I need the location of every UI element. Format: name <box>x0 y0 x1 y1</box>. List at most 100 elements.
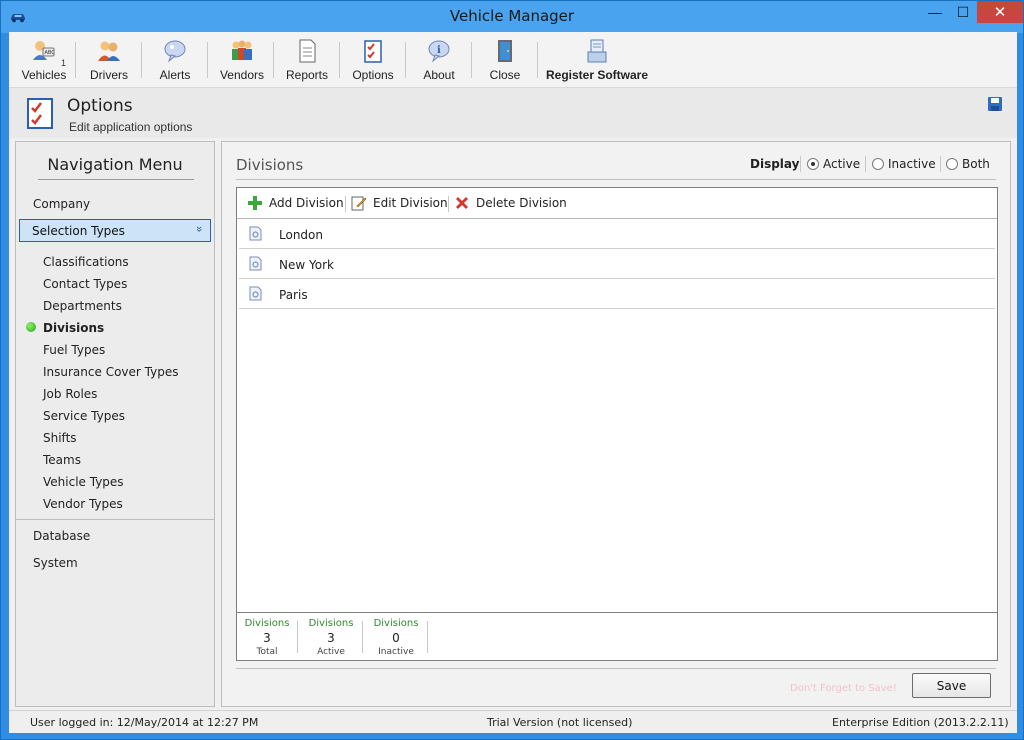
toolbar-register-button[interactable]: Register Software <box>545 38 649 84</box>
division-name: London <box>279 228 323 242</box>
display-separator <box>865 156 866 172</box>
navigation-menu: Navigation Menu Company Selection Types … <box>15 141 215 707</box>
radio-label: Both <box>962 157 990 171</box>
toolbar-separator <box>141 42 142 78</box>
section-title: Divisions <box>236 156 304 174</box>
toolbar-close-button[interactable]: Close <box>481 38 529 84</box>
list-item[interactable]: London <box>239 219 995 249</box>
client-area: ABC Vehicles 1 Drivers Alerts Vendors Re… <box>9 32 1017 733</box>
stat-header: Divisions <box>308 618 354 629</box>
main-toolbar: ABC Vehicles 1 Drivers Alerts Vendors Re… <box>9 32 1017 88</box>
stat-footer: Inactive <box>378 647 414 657</box>
nav-divider <box>16 519 214 520</box>
status-version: Trial Version (not licensed) <box>487 716 633 729</box>
floppy-save-icon[interactable] <box>987 96 1003 112</box>
toolbar-separator <box>448 196 449 212</box>
nav-item-company[interactable]: Company <box>33 197 90 211</box>
add-division-label: Add Division <box>269 196 344 210</box>
document-icon <box>249 286 262 301</box>
toolbar-label: Close <box>489 68 521 82</box>
nav-sub-item[interactable]: Service Types <box>43 409 125 423</box>
nav-sub-item[interactable]: Contact Types <box>43 277 127 291</box>
nav-sub-item[interactable]: Vendor Types <box>43 497 123 511</box>
radio-inactive[interactable]: Inactive <box>872 157 936 171</box>
stat-footer: Active <box>317 647 345 657</box>
toolbar-label: Vendors <box>219 68 265 82</box>
edit-division-button[interactable]: Edit Division <box>351 195 448 211</box>
radio-label: Active <box>823 157 861 171</box>
list-toolbar: Add Division Edit Division Delete Divisi… <box>237 188 997 219</box>
close-door-icon <box>498 40 512 62</box>
nav-group-selection-types[interactable]: Selection Types » <box>19 219 211 242</box>
stat-separator <box>362 621 363 653</box>
nav-sub-item[interactable]: Vehicle Types <box>43 475 124 489</box>
svg-text:ABC: ABC <box>45 50 56 56</box>
title-bar[interactable]: Vehicle Manager — ☐ ✕ <box>1 1 1023 33</box>
radio-label: Inactive <box>888 157 936 171</box>
toolbar-separator <box>339 42 340 78</box>
toolbar-separator <box>207 42 208 78</box>
toolbar-label: Vehicles <box>21 68 67 82</box>
close-window-button[interactable]: ✕ <box>977 1 1023 23</box>
reports-icon <box>299 39 316 63</box>
divisions-list: Add Division Edit Division Delete Divisi… <box>236 187 998 661</box>
toolbar-label: Options <box>352 68 394 82</box>
minimize-button[interactable]: — <box>921 1 949 23</box>
delete-x-icon <box>456 197 468 209</box>
toolbar-label: Register Software <box>545 68 649 82</box>
options-header: Options Edit application options <box>9 88 1017 138</box>
bottom-divider <box>236 668 996 669</box>
nav-sub-item[interactable]: Teams <box>43 453 81 467</box>
toolbar-alerts-button[interactable]: Alerts <box>151 38 199 84</box>
toolbar-separator <box>345 196 346 212</box>
toolbar-vendors-button[interactable]: Vendors <box>217 38 267 84</box>
delete-division-button[interactable]: Delete Division <box>454 195 567 211</box>
stat-total: Divisions 3 Total <box>237 618 297 657</box>
stat-value: 3 <box>263 631 271 645</box>
division-stats: Divisions 3 Total Divisions 3 Active Div… <box>237 612 997 660</box>
stat-active: Divisions 3 Active <box>301 618 361 657</box>
nav-sub-item-active[interactable]: Divisions <box>43 321 104 335</box>
toolbar-drivers-button[interactable]: Drivers <box>85 38 133 84</box>
list-item[interactable]: New York <box>239 249 995 279</box>
nav-sub-item[interactable]: Job Roles <box>43 387 97 401</box>
stat-header: Divisions <box>373 618 419 629</box>
nav-item-system[interactable]: System <box>33 556 78 570</box>
stat-separator <box>297 621 298 653</box>
options-checklist-icon <box>27 98 53 129</box>
maximize-button[interactable]: ☐ <box>949 1 977 23</box>
app-window: Vehicle Manager — ☐ ✕ ABC Vehicles 1 Dri… <box>0 0 1024 740</box>
radio-dot <box>807 158 819 170</box>
display-separator <box>940 156 941 172</box>
toolbar-options-button[interactable]: Options <box>349 38 397 84</box>
vehicles-icon: ABC <box>33 41 56 60</box>
window-title: Vehicle Manager <box>449 7 575 25</box>
toolbar-about-button[interactable]: i About <box>415 38 463 84</box>
save-button[interactable]: Save <box>912 673 991 698</box>
plus-icon <box>248 196 262 210</box>
nav-sub-item[interactable]: Insurance Cover Types <box>43 365 178 379</box>
toolbar-reports-button[interactable]: Reports <box>283 38 331 84</box>
svg-text:i: i <box>437 45 441 56</box>
add-division-button[interactable]: Add Division <box>247 195 344 211</box>
radio-dot <box>872 158 884 170</box>
radio-both[interactable]: Both <box>946 157 990 171</box>
nav-title: Navigation Menu <box>47 155 183 174</box>
toolbar-label: Drivers <box>90 68 128 82</box>
chevron-collapse-icon: » <box>192 225 205 233</box>
toolbar-label: Alerts <box>159 68 191 82</box>
nav-sub-item[interactable]: Shifts <box>43 431 77 445</box>
options-icon <box>364 40 382 63</box>
radio-active[interactable]: Active <box>807 157 860 171</box>
radio-dot <box>946 158 958 170</box>
vehicles-badge: 1 <box>61 58 67 68</box>
nav-sub-item[interactable]: Departments <box>43 299 122 313</box>
nav-sub-item[interactable]: Classifications <box>43 255 129 269</box>
display-label: Display <box>750 157 800 171</box>
nav-sub-item[interactable]: Fuel Types <box>43 343 105 357</box>
list-item[interactable]: Paris <box>239 279 995 309</box>
nav-item-database[interactable]: Database <box>33 529 90 543</box>
division-name: Paris <box>279 288 308 302</box>
status-user: User logged in: 12/May/2014 at 12:27 PM <box>30 716 259 729</box>
stat-header: Divisions <box>244 618 290 629</box>
